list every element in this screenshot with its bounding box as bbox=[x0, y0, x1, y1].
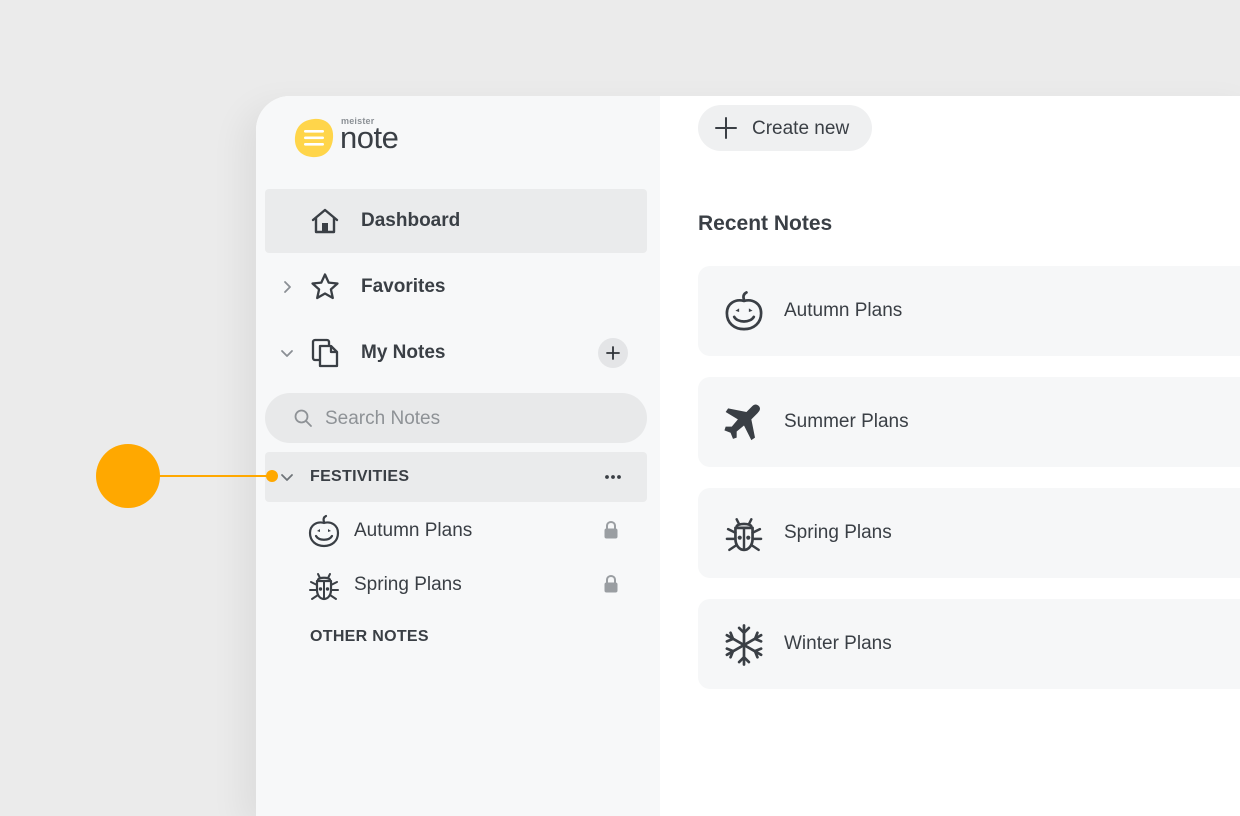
plus-icon bbox=[715, 117, 737, 139]
recent-note-card-autumn-plans[interactable]: Autumn Plans bbox=[698, 266, 1240, 356]
recent-note-label: Summer Plans bbox=[784, 411, 909, 432]
recent-note-card-summer-plans[interactable]: Summer Plans bbox=[698, 377, 1240, 467]
note-label: Spring Plans bbox=[354, 574, 462, 595]
chevron-right-icon[interactable] bbox=[279, 279, 295, 295]
search-icon bbox=[294, 409, 312, 427]
star-icon bbox=[311, 273, 339, 300]
recent-note-label: Autumn Plans bbox=[784, 300, 903, 321]
notes-icon bbox=[311, 338, 339, 368]
other-notes-heading[interactable]: OTHER NOTES bbox=[310, 628, 429, 646]
app-window: meister note Dashboard Favorites My Note… bbox=[256, 96, 1240, 816]
bug-icon bbox=[309, 573, 339, 601]
create-new-button[interactable]: Create new bbox=[698, 105, 872, 151]
airplane-icon bbox=[724, 404, 760, 441]
nav-label: Dashboard bbox=[361, 210, 461, 231]
logo-wordmark: note bbox=[340, 120, 399, 155]
recent-note-label: Spring Plans bbox=[784, 522, 892, 543]
pumpkin-icon bbox=[308, 514, 340, 548]
recent-note-card-winter-plans[interactable]: Winter Plans bbox=[698, 599, 1240, 689]
chevron-down-icon[interactable] bbox=[279, 469, 295, 485]
callout-endpoint bbox=[266, 470, 278, 482]
recent-note-label: Winter Plans bbox=[784, 633, 892, 654]
nav-item-favorites[interactable]: Favorites bbox=[265, 255, 647, 319]
note-label: Autumn Plans bbox=[354, 520, 473, 541]
home-icon bbox=[311, 208, 339, 234]
lock-icon bbox=[604, 520, 618, 539]
add-note-button[interactable] bbox=[598, 338, 628, 368]
sidebar-note-autumn-plans[interactable]: Autumn Plans bbox=[300, 508, 640, 552]
recent-note-card-spring-plans[interactable]: Spring Plans bbox=[698, 488, 1240, 578]
search-input[interactable] bbox=[323, 403, 627, 435]
bug-icon bbox=[725, 518, 763, 552]
main-content: Create new Recent Notes Autumn Plans Sum… bbox=[660, 96, 1240, 816]
folder-label: FESTIVITIES bbox=[310, 468, 410, 485]
sidebar-note-spring-plans[interactable]: Spring Plans bbox=[300, 562, 640, 606]
lock-icon bbox=[604, 574, 618, 593]
callout-marker bbox=[96, 444, 160, 508]
nav-label: My Notes bbox=[361, 342, 446, 363]
folder-festivities[interactable]: FESTIVITIES bbox=[265, 452, 647, 502]
callout-connector bbox=[158, 475, 272, 477]
chevron-down-icon[interactable] bbox=[279, 345, 295, 361]
logo-icon bbox=[294, 118, 334, 158]
more-options-icon[interactable] bbox=[599, 466, 627, 488]
plus-icon bbox=[606, 346, 620, 360]
create-new-label: Create new bbox=[752, 118, 850, 139]
nav-label: Favorites bbox=[361, 276, 446, 297]
recent-notes-heading: Recent Notes bbox=[698, 212, 833, 235]
nav-item-dashboard[interactable]: Dashboard bbox=[265, 189, 647, 253]
snowflake-icon bbox=[725, 624, 763, 666]
pumpkin-icon bbox=[725, 291, 763, 331]
sidebar: meister note Dashboard Favorites My Note… bbox=[256, 96, 660, 816]
nav-item-my-notes[interactable]: My Notes bbox=[265, 321, 647, 385]
search-box[interactable] bbox=[265, 393, 647, 443]
